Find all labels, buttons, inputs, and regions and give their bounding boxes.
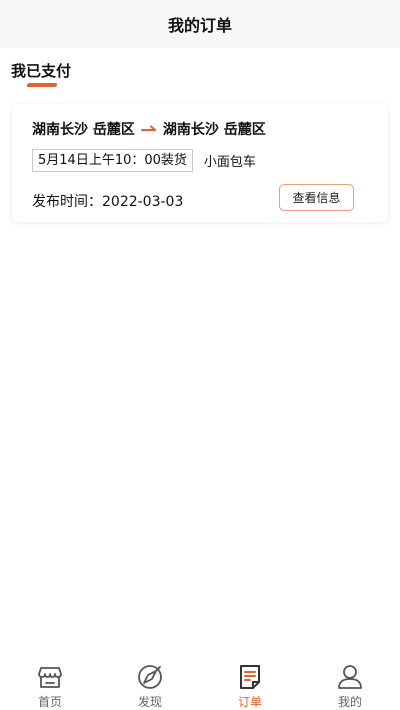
tab-label: 我已支付 <box>11 62 72 80</box>
bottom-nav: 首页 发现 订单 我的 <box>0 655 400 710</box>
title-bar: 我的订单 <box>0 0 400 48</box>
store-icon <box>38 667 62 688</box>
arrow-right-icon <box>140 125 156 131</box>
nav-label: 发现 <box>137 695 162 709</box>
nav-item-profile[interactable]: 我的 <box>300 655 400 710</box>
origin-location: 湖南长沙 岳麓区 <box>32 122 135 138</box>
nav-label: 订单 <box>237 695 262 709</box>
load-time-badge: 5月14日上午10：00装货 <box>32 149 193 172</box>
compass-icon <box>138 665 162 689</box>
order-card[interactable]: 湖南长沙 岳麓区 湖南长沙 岳麓区 5月14日上午10：00装货 小面包车 发布… <box>12 104 388 222</box>
order-list-icon <box>240 665 260 689</box>
tab-active-indicator <box>26 83 58 87</box>
page-title: 我的订单 <box>167 16 232 35</box>
destination-location: 湖南长沙 岳麓区 <box>162 122 266 138</box>
tab-bar: 我已支付 <box>11 60 71 89</box>
nav-label: 我的 <box>337 695 362 709</box>
nav-item-orders[interactable]: 订单 <box>200 655 300 710</box>
publish-label: 发布时间： <box>32 194 102 210</box>
user-icon <box>338 665 362 689</box>
view-info-button[interactable]: 查看信息 <box>279 184 354 211</box>
nav-item-discover[interactable]: 发现 <box>100 655 200 710</box>
order-meta: 5月14日上午10：00装货 小面包车 <box>32 149 256 172</box>
publish-time: 发布时间：2022-03-03 <box>32 191 183 211</box>
nav-item-home[interactable]: 首页 <box>0 655 100 710</box>
nav-label: 首页 <box>37 695 62 709</box>
vehicle-type: 小面包车 <box>203 155 256 170</box>
route: 湖南长沙 岳麓区 湖南长沙 岳麓区 <box>32 119 266 139</box>
publish-date: 2022-03-03 <box>102 194 184 210</box>
tab-paid[interactable]: 我已支付 <box>11 60 71 89</box>
